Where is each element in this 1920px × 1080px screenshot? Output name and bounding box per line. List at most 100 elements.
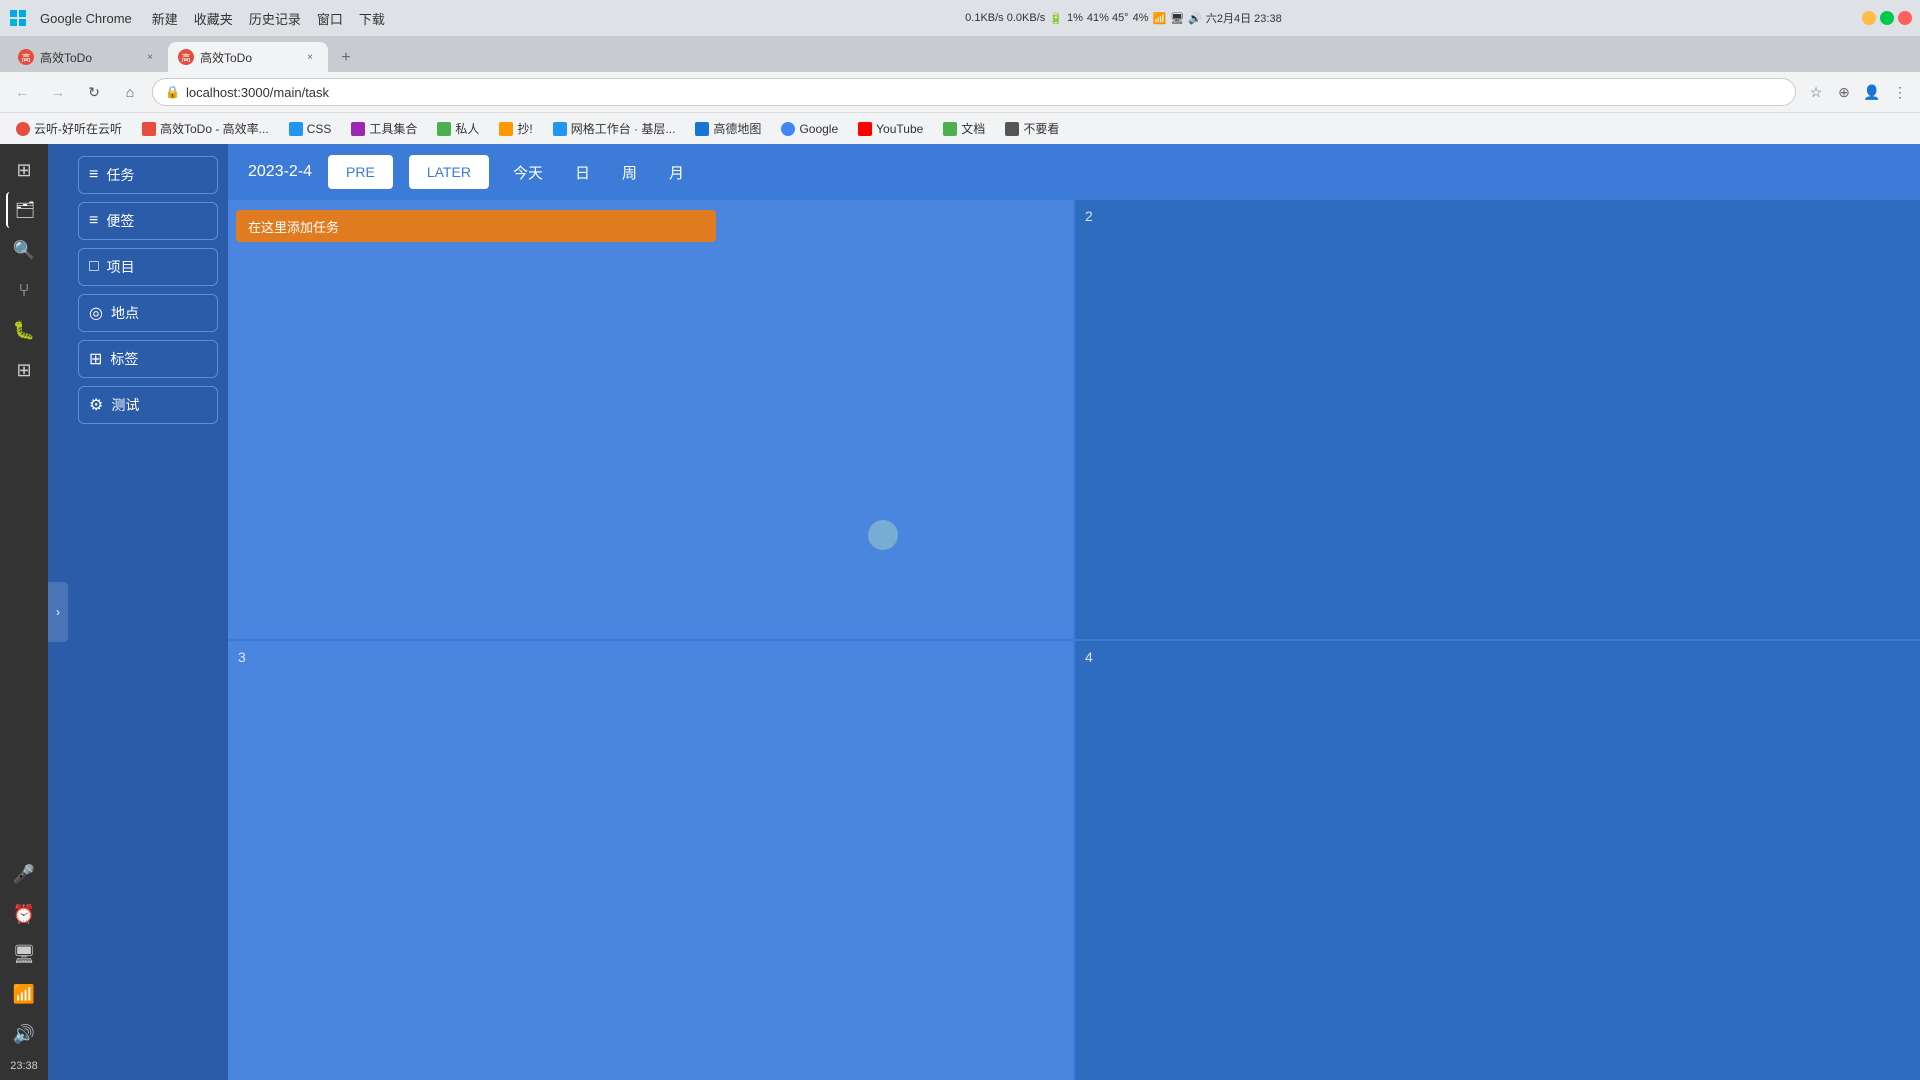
tab-1[interactable]: 高 高效ToDo × <box>8 42 168 72</box>
bookmark-tools-label: 工具集合 <box>369 120 417 137</box>
app-sidebar: ≡ 任务 ≡ 便签 □ 项目 ◎ 地点 ⊞ 标签 ⚙ 测试 <box>68 144 228 1080</box>
bookmark-yunting[interactable]: 云听-好听在云听 <box>8 117 130 141</box>
menu-window[interactable]: 窗口 <box>317 9 343 28</box>
vscode-icon-git[interactable]: ⑂ <box>6 272 42 308</box>
back-button[interactable]: ← <box>8 78 36 106</box>
bookmark-dontsee-label: 不要看 <box>1023 120 1059 137</box>
bookmark-gaoxiao-label: 高效ToDo - 高效率... <box>160 120 269 137</box>
tab-label-2: 高效ToDo <box>200 49 252 66</box>
title-bar-left <box>8 8 28 28</box>
windows-button[interactable] <box>8 8 28 28</box>
bookmark-network[interactable]: 网格工作台 · 基层... <box>545 117 684 141</box>
bookmarks-bar: 云听-好听在云听 高效ToDo - 高效率... CSS 工具集合 私人 抄! … <box>0 112 1920 144</box>
sidebar-btn-locations-label: 地点 <box>111 303 139 323</box>
bookmark-docs-label: 文档 <box>961 120 985 137</box>
settings-icon[interactable]: ⋮ <box>1888 80 1912 104</box>
browser-title: Google Chrome <box>40 11 132 26</box>
today-label[interactable]: 今天 <box>505 158 551 187</box>
minimize-button[interactable] <box>1862 11 1876 25</box>
bookmark-docs[interactable]: 文档 <box>935 117 993 141</box>
vscode-icon-mic[interactable]: 🎤 <box>6 856 42 892</box>
month-label[interactable]: 月 <box>661 158 692 187</box>
grid-cell-1[interactable]: 在这里添加任务 <box>228 200 1073 639</box>
sidebar-btn-locations[interactable]: ◎ 地点 <box>78 294 218 332</box>
menu-new[interactable]: 新建 <box>152 9 178 28</box>
week-label[interactable]: 周 <box>614 158 645 187</box>
bookmark-gaode[interactable]: 高德地图 <box>687 117 769 141</box>
bookmark-private-label: 私人 <box>455 120 479 137</box>
address-input[interactable]: 🔒 localhost:3000/main/task <box>152 78 1796 106</box>
bookmark-yunting-label: 云听-好听在云听 <box>34 120 122 137</box>
close-button[interactable] <box>1898 11 1912 25</box>
refresh-button[interactable]: ↻ <box>80 78 108 106</box>
collapse-toggle[interactable]: › <box>48 582 68 642</box>
monitor-icon: 🖥 <box>1170 12 1184 25</box>
star-icon[interactable]: ☆ <box>1804 80 1828 104</box>
bookmark-gaoxiao[interactable]: 高效ToDo - 高效率... <box>134 117 277 141</box>
tab-close-2[interactable]: × <box>302 49 318 65</box>
tab-add-button[interactable]: + <box>332 44 360 72</box>
top-toolbar: 2023-2-4 PRE LATER 今天 日 周 月 <box>228 144 1920 200</box>
vscode-icon-wifi[interactable]: 📶 <box>6 976 42 1012</box>
vscode-bottom-icons: 🎤 ⏰ 🖥 📶 🔊 <box>6 856 42 1052</box>
menu-bar: 新建 收藏夹 历史记录 窗口 下载 <box>152 9 385 28</box>
vscode-icon-clock[interactable]: ⏰ <box>6 896 42 932</box>
sidebar-btn-notes-label: 便签 <box>106 211 134 231</box>
bookmark-google[interactable]: Google <box>773 117 846 141</box>
grid-cell-3[interactable]: 3 <box>228 641 1073 1080</box>
grid-cell-2[interactable]: 2 <box>1075 200 1920 639</box>
later-button[interactable]: LATER <box>409 155 489 189</box>
home-button[interactable]: ⌂ <box>116 78 144 106</box>
test-icon: ⚙ <box>89 395 103 415</box>
cell-number-2: 2 <box>1085 208 1093 224</box>
tab-close-1[interactable]: × <box>142 49 158 65</box>
vscode-icon-windows[interactable]: ⊞ <box>6 152 42 188</box>
menu-favorites[interactable]: 收藏夹 <box>194 9 233 28</box>
vscode-icon-extensions[interactable]: ⊞ <box>6 352 42 388</box>
bookmark-css[interactable]: CSS <box>281 117 340 141</box>
menu-history[interactable]: 历史记录 <box>249 9 301 28</box>
extension-icon[interactable]: ⊕ <box>1832 80 1856 104</box>
title-bar: Google Chrome 新建 收藏夹 历史记录 窗口 下载 0.1KB/s … <box>0 0 1920 36</box>
vscode-icon-search[interactable]: 🔍 <box>6 232 42 268</box>
sidebar-btn-tasks[interactable]: ≡ 任务 <box>78 156 218 194</box>
bookmark-css-label: CSS <box>307 122 332 136</box>
profile-icon[interactable]: 👤 <box>1860 80 1884 104</box>
bookmark-tools[interactable]: 工具集合 <box>343 117 425 141</box>
tab-2[interactable]: 高 高效ToDo × <box>168 42 328 72</box>
vscode-icon-speaker[interactable]: 🔊 <box>6 1016 42 1052</box>
bookmark-chao[interactable]: 抄! <box>491 117 540 141</box>
address-actions: ☆ ⊕ 👤 ⋮ <box>1804 80 1912 104</box>
locations-icon: ◎ <box>89 303 103 323</box>
grid-cell-4[interactable]: 4 <box>1075 641 1920 1080</box>
task-item-add[interactable]: 在这里添加任务 <box>236 210 716 242</box>
maximize-button[interactable] <box>1880 11 1894 25</box>
day-label[interactable]: 日 <box>567 158 598 187</box>
sidebar-btn-projects[interactable]: □ 项目 <box>78 248 218 286</box>
window-controls <box>1862 11 1912 25</box>
bookmark-youtube-label: YouTube <box>876 122 923 136</box>
sidebar-btn-test[interactable]: ⚙ 测试 <box>78 386 218 424</box>
forward-button[interactable]: → <box>44 78 72 106</box>
cpu-info: 41% 45° <box>1087 12 1129 24</box>
vscode-icon-screen[interactable]: 🖥 <box>6 936 42 972</box>
bookmark-youtube[interactable]: YouTube <box>850 117 931 141</box>
tab-bar: 高 高效ToDo × 高 高效ToDo × + <box>0 36 1920 72</box>
vscode-sidebar: ⊞ 🗂 🔍 ⑂ 🐛 ⊞ 🎤 ⏰ 🖥 📶 🔊 23:38 <box>0 144 48 1080</box>
speaker-icon: 🔊 <box>1188 12 1202 25</box>
bookmark-dontsee[interactable]: 不要看 <box>997 117 1067 141</box>
menu-download[interactable]: 下载 <box>359 9 385 28</box>
pre-button[interactable]: PRE <box>328 155 393 189</box>
sidebar-btn-tasks-label: 任务 <box>106 165 134 185</box>
sidebar-btn-projects-label: 项目 <box>107 257 135 277</box>
bookmark-google-label: Google <box>799 122 838 136</box>
network-speed: 0.1KB/s 0.0KB/s <box>965 12 1045 24</box>
sidebar-btn-notes[interactable]: ≡ 便签 <box>78 202 218 240</box>
sidebar-btn-tags[interactable]: ⊞ 标签 <box>78 340 218 378</box>
vscode-icon-explorer[interactable]: 🗂 <box>6 192 42 228</box>
bookmark-private[interactable]: 私人 <box>429 117 487 141</box>
vscode-icon-debug[interactable]: 🐛 <box>6 312 42 348</box>
url-text: localhost:3000/main/task <box>186 85 329 100</box>
address-bar: ← → ↻ ⌂ 🔒 localhost:3000/main/task ☆ ⊕ 👤… <box>0 72 1920 112</box>
notes-icon: ≡ <box>89 212 98 230</box>
